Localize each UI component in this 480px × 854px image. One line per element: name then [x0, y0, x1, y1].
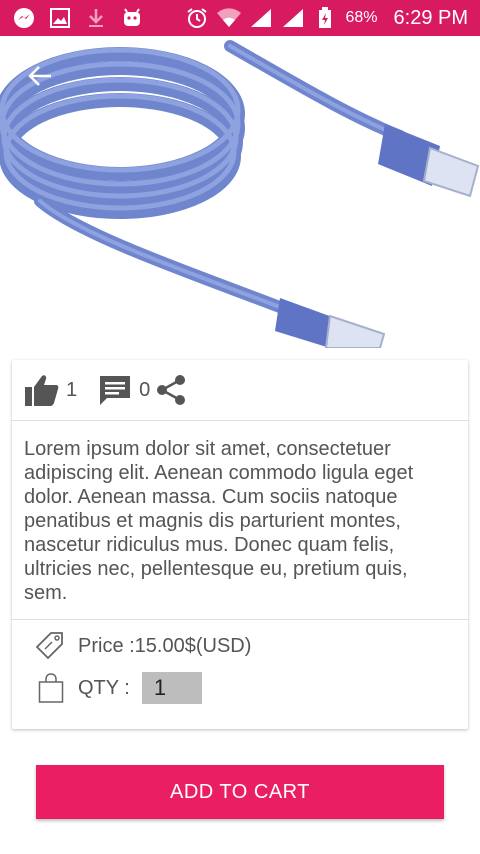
product-image: [0, 36, 480, 348]
clock: 6:29 PM: [393, 6, 468, 29]
back-arrow-icon: [28, 66, 51, 86]
comment-count: 0: [139, 378, 151, 401]
price-row: Price :15.00$(USD): [12, 624, 468, 668]
comment-button[interactable]: 0: [99, 374, 150, 406]
social-bar: 1 0: [12, 360, 468, 420]
messenger-icon: [12, 6, 36, 30]
divider: [12, 619, 468, 620]
thumbs-up-icon: [25, 375, 59, 406]
ethernet-cable-image: [0, 40, 480, 348]
battery-percent: 68%: [345, 9, 378, 26]
signal-icon: [281, 6, 305, 30]
signal-icon: [249, 6, 273, 30]
battery-icon: [313, 6, 337, 30]
product-card: 1 0 Lorem ipsum dolor sit amet, consecte…: [12, 360, 468, 729]
status-bar: 68% 6:29 PM: [0, 0, 480, 36]
qty-input[interactable]: 1: [141, 672, 202, 704]
share-button[interactable]: [156, 374, 186, 406]
download-icon: [84, 6, 108, 30]
wifi-icon: [217, 6, 242, 30]
share-icon: [157, 375, 186, 405]
qty-label: QTY :: [78, 676, 130, 699]
comment-icon: [100, 376, 131, 405]
price-tag-icon: [35, 632, 63, 660]
price-label: Price :15.00$(USD): [78, 634, 252, 657]
like-count: 1: [66, 378, 78, 401]
back-button[interactable]: [24, 60, 56, 92]
gallery-icon: [48, 6, 72, 30]
product-description: Lorem ipsum dolor sit amet, consectetuer…: [24, 438, 414, 604]
qty-row: QTY : 1: [12, 668, 468, 708]
android-icon: [120, 6, 144, 30]
add-to-cart-button[interactable]: ADD TO CART: [36, 765, 444, 819]
shopping-bag-icon: [38, 673, 64, 703]
alarm-icon: [185, 6, 209, 30]
like-button[interactable]: 1: [24, 373, 77, 407]
